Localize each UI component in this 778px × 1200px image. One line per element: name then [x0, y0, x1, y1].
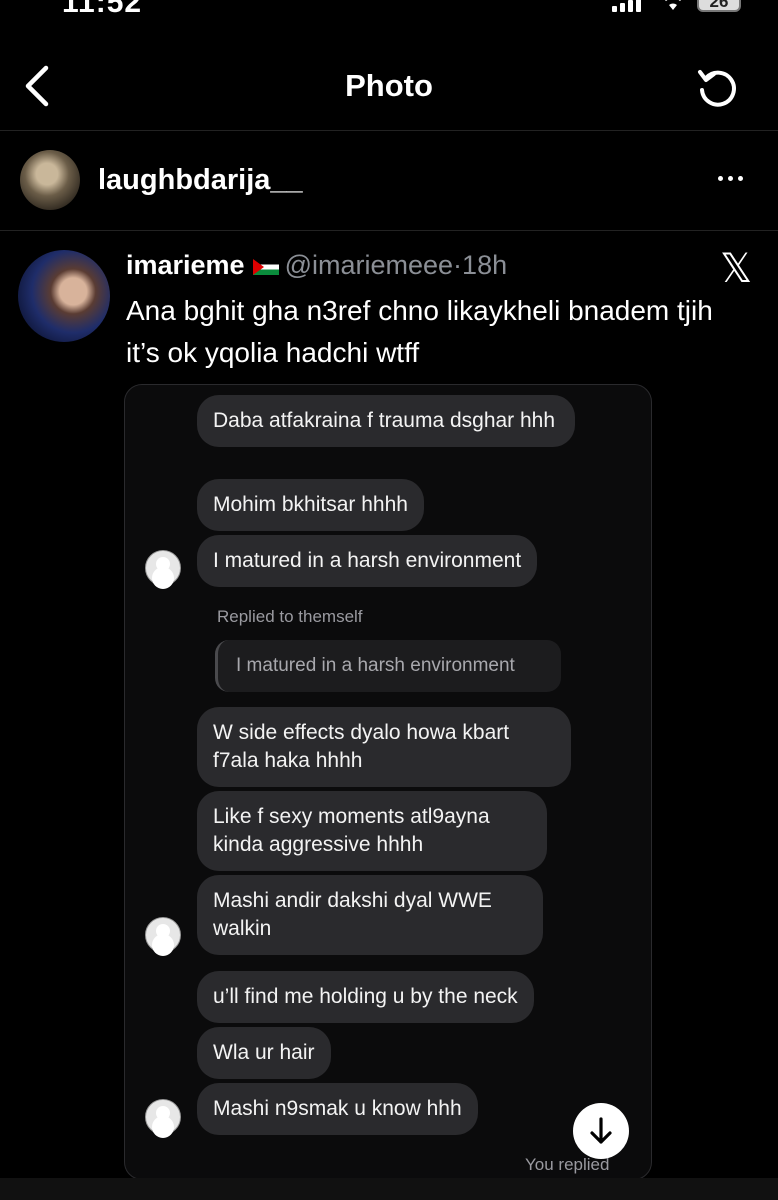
- replied-note: Replied to themself: [217, 607, 363, 626]
- chat-screenshot: Daba atfakraina f trauma dsghar hhh Mohi…: [124, 384, 652, 1180]
- arrow-down-icon: [590, 1117, 612, 1144]
- more-dots-icon: [718, 175, 723, 181]
- chat-message: Like f sexy moments atl9ayna kinda aggre…: [197, 791, 547, 871]
- sender-avatar: [145, 550, 181, 586]
- quoted-message: I matured in a harsh environment: [215, 640, 561, 692]
- rotate-button[interactable]: [694, 64, 742, 112]
- tweet-text: Ana bghit gha n3ref chno likaykheli bnad…: [126, 295, 713, 368]
- you-replied-label: You replied: [525, 1155, 610, 1174]
- chat-message: Mohim bkhitsar hhhh: [197, 479, 424, 531]
- scroll-down-button: [573, 1103, 629, 1159]
- status-time: 11:52: [62, 0, 143, 19]
- author-username[interactable]: laughbdarija__: [98, 164, 303, 197]
- battery-icon: 26: [697, 0, 741, 12]
- chat-message: W side effects dyalo howa kbart f7ala ha…: [197, 707, 571, 787]
- chat-message: Mashi n9smak u know hhh: [197, 1083, 478, 1135]
- x-logo-icon: 𝕏: [720, 246, 753, 292]
- sender-avatar: [145, 917, 181, 953]
- chat-message: Mashi andir dakshi dyal WWE walkin: [197, 875, 543, 955]
- photo-content: imarieme @imariemeee·18h 𝕏 Ana bghit gha …: [0, 232, 778, 1180]
- tweet-display-name: imarieme: [126, 250, 245, 280]
- flag-icon: [252, 258, 279, 275]
- tweet-time: 18h: [462, 250, 508, 280]
- rotate-icon: [698, 70, 736, 107]
- tweet-avatar: [18, 250, 110, 342]
- page-title: Photo: [345, 68, 433, 103]
- tweet-header: imarieme @imariemeee·18h: [126, 250, 507, 281]
- status-bar: 11:52 26: [0, 0, 778, 19]
- bottom-bar: [0, 1178, 778, 1200]
- post-author-row: laughbdarija__: [0, 130, 778, 231]
- chat-message: I matured in a harsh environment: [197, 535, 538, 587]
- chat-message: Wla ur hair: [197, 1027, 331, 1079]
- more-options-button[interactable]: [718, 166, 758, 190]
- chat-message: u’ll find me holding u by the neck: [197, 971, 534, 1023]
- signal-icon: [612, 0, 641, 12]
- tweet-separator: ·: [453, 250, 463, 280]
- chat-message: Daba atfakraina f trauma dsghar hhh: [197, 395, 575, 447]
- author-avatar[interactable]: [20, 150, 80, 210]
- wifi-icon: [665, 0, 681, 10]
- tweet-handle: @imariemeee: [284, 250, 454, 280]
- sender-avatar: [145, 1099, 181, 1135]
- top-bar: Photo: [0, 40, 778, 131]
